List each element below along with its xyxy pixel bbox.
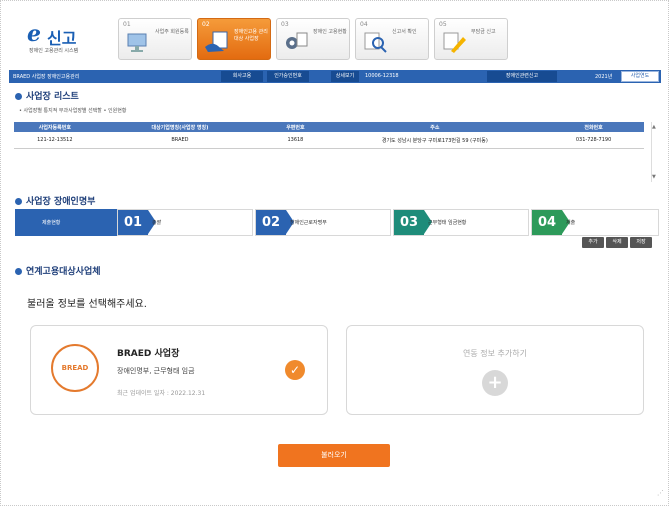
tab-work-wage[interactable]: 03 근무형태 임금현황: [393, 209, 529, 236]
cell-phone: 031-728-7190: [543, 132, 644, 149]
column-header: 대상기업명칭(사업장 명칭): [95, 122, 265, 132]
action-buttons: 추가 삭제 저장: [582, 237, 652, 248]
tab-label: 제출현황: [42, 220, 61, 226]
app-frame: e 신고 장애인 고용관리 시스템 01 사업주 회원등록 02 장애인고용 관…: [0, 0, 669, 506]
tab-label: 근무형태 임금현황: [428, 220, 467, 226]
progress-tabs: 제출현황 01 총괄 02 장애인근로자명부 03 근무형태 임금현황 04 제…: [15, 209, 659, 236]
tab-number: 04: [532, 210, 571, 235]
card-name: BRAED 사업장: [117, 349, 180, 359]
step-number: 02: [202, 21, 210, 28]
business-year: 2021년: [595, 74, 613, 80]
bullet-icon: [15, 268, 22, 275]
gear-document-icon: [286, 32, 308, 49]
cell-address: 경기도 성남시 분당구 구미로173번길 59 (구미동): [326, 132, 544, 149]
column-header: 전화번호: [543, 122, 644, 132]
step-5[interactable]: 05 부담금 신고: [434, 18, 508, 60]
add-button[interactable]: 추가: [582, 237, 604, 248]
detail-button[interactable]: 상세보기: [331, 71, 359, 82]
tab-label: 제출: [566, 220, 576, 226]
step-number: 03: [281, 21, 289, 28]
business-year-select[interactable]: 사업연도: [621, 71, 659, 82]
bullet-icon: [15, 198, 22, 205]
info-bar: BRAED 사업장 장애인고용관리 회사고용 인가승인번호 상세보기 10006…: [9, 70, 661, 83]
hand-document-icon: [205, 31, 228, 52]
select-prompt: 불러올 정보를 선택해주세요.: [27, 299, 147, 310]
delete-button[interactable]: 삭제: [606, 237, 628, 248]
step-number: 05: [439, 21, 447, 28]
plus-icon[interactable]: +: [482, 370, 508, 396]
step-4[interactable]: 04 신고서 확인: [355, 18, 429, 60]
load-button[interactable]: 불러오기: [278, 444, 390, 467]
step-3[interactable]: 03 장애인 고용현황: [276, 18, 350, 60]
step-number: 04: [360, 21, 368, 28]
step-2[interactable]: 02 장애인고용 관리대상 사업장: [197, 18, 271, 60]
section-title-linked-employers: 연계고용대상사업체: [15, 264, 101, 277]
card-description: 장애인명부, 근무형태 임금: [117, 367, 195, 375]
logo-mark: e: [27, 21, 41, 47]
resize-handle-icon: ⋰: [657, 489, 664, 497]
business-table: 사업자등록번호 대상기업명칭(사업장 명칭) 우편번호 주소 전화번호 121-…: [14, 122, 644, 149]
add-info-card[interactable]: 연동 정보 추가하기 +: [346, 325, 644, 415]
business-card[interactable]: BREAD BRAED 사업장 장애인명부, 근무형태 임금 최근 업데이트 일…: [30, 325, 328, 415]
column-header: 사업자등록번호: [14, 122, 96, 132]
scroll-up-icon[interactable]: ▲: [652, 124, 656, 130]
tab-number: 01: [118, 210, 157, 235]
step-label: 장애인 고용현황: [313, 29, 347, 35]
column-header: 주소: [326, 122, 544, 132]
table-scrollbar[interactable]: ▲ ▼: [651, 122, 658, 182]
check-icon[interactable]: ✓: [285, 360, 305, 380]
logo[interactable]: e 신고 장애인 고용관리 시스템: [27, 21, 107, 55]
magnifier-icon: [364, 32, 387, 53]
step-number: 01: [123, 21, 131, 28]
list-hint: • 사업장별 통지적 부과사업장별 선택할 • 인원현황: [19, 108, 127, 114]
cell-reg-number: 121-12-13512: [14, 132, 96, 149]
column-header: 우편번호: [264, 122, 327, 132]
pen-icon: [443, 32, 466, 53]
step-label: 장애인고용 관리대상 사업장: [234, 29, 268, 42]
table-row[interactable]: 121-12-13512 BRAED 13618 경기도 성남시 분당구 구미로…: [14, 132, 644, 149]
tab-label: 장애인근로자명부: [290, 220, 327, 226]
step-navigation: 01 사업주 회원등록 02 장애인고용 관리대상 사업장 03 장애인 고용현…: [118, 18, 508, 60]
logo-text: 신고: [47, 29, 77, 48]
monitor-icon: [127, 33, 147, 52]
bread-logo: BREAD: [51, 344, 99, 392]
scroll-down-icon[interactable]: ▼: [652, 174, 656, 180]
step-label: 사업주 회원등록: [155, 29, 189, 35]
section-title-disability-roster: 사업장 장애인명부: [15, 194, 95, 207]
step-1[interactable]: 01 사업주 회원등록: [118, 18, 192, 60]
tab-label: 총괄: [152, 220, 162, 226]
step-label: 신고서 확인: [392, 29, 417, 35]
tab-employee-roster[interactable]: 02 장애인근로자명부: [255, 209, 391, 236]
bullet-icon: [15, 93, 22, 100]
logo-subtitle: 장애인 고용관리 시스템: [29, 48, 79, 54]
tab-summary[interactable]: 01 총괄: [117, 209, 253, 236]
card-updated-date: 최근 업데이트 일자 : 2022.12.31: [117, 390, 206, 397]
step-label: 부담금 신고: [471, 29, 496, 35]
company-name: BRAED 사업장 장애인고용관리: [13, 74, 80, 80]
registration-number: 10006-12318: [365, 73, 399, 79]
approval-number-button[interactable]: 인가승인번호: [267, 71, 309, 82]
tab-submit[interactable]: 04 제출: [531, 209, 659, 236]
add-info-label: 연동 정보 추가하기: [463, 349, 527, 358]
section-title-business-list: 사업장 리스트: [15, 89, 79, 102]
cell-company: BRAED: [95, 132, 265, 149]
tab-submission-status[interactable]: 제출현황: [15, 209, 117, 236]
cell-postcode: 13618: [264, 132, 327, 149]
company-employment-button[interactable]: 회사고용: [221, 71, 263, 82]
save-button[interactable]: 저장: [630, 237, 652, 248]
tab-number: 02: [256, 210, 295, 235]
tab-number: 03: [394, 210, 433, 235]
disability-report-button[interactable]: 장애인관련신고: [487, 71, 557, 82]
